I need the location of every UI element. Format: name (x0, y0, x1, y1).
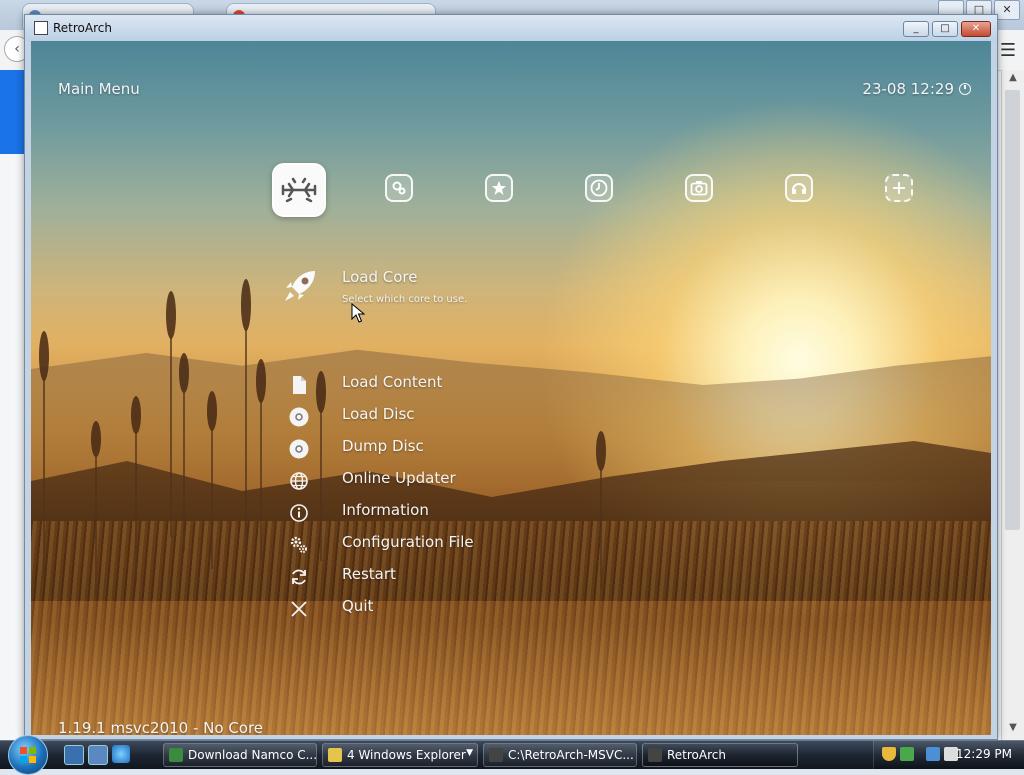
scroll-down-icon[interactable]: ▼ (1002, 722, 1024, 733)
windows-taskbar: Download Namco C... 4 Windows Explorer ▼… (0, 735, 1024, 775)
taskbar-item-label: C:\RetroArch-MSVC... (508, 748, 634, 762)
window-titlebar[interactable]: RetroArch _ □ ✕ (25, 15, 997, 41)
config-gears-icon (290, 536, 307, 553)
mouse-cursor-icon (351, 303, 365, 323)
disc-icon (289, 439, 309, 459)
tab-favorites[interactable] (485, 174, 513, 202)
window-app-icon (34, 21, 48, 35)
internet-explorer-icon[interactable] (112, 745, 130, 763)
clock-icon (959, 83, 971, 95)
netplay-icon (792, 183, 806, 194)
restart-icon (292, 569, 306, 585)
favorites-star-icon (492, 181, 506, 195)
rocket-icon (285, 271, 315, 301)
minimize-button[interactable]: _ (903, 21, 929, 37)
menu-item-load-disc[interactable]: Load Disc (281, 403, 581, 431)
menu-item-label: Configuration File (342, 533, 474, 551)
taskbar-item-label: Download Namco C... (188, 748, 318, 762)
network-icon[interactable] (926, 747, 940, 761)
page-banner-strip (0, 70, 24, 154)
tab-images[interactable] (685, 174, 713, 202)
taskbar-item-label: 4 Windows Explorer (347, 748, 466, 762)
window-title: RetroArch (53, 21, 112, 35)
menu-item-restart[interactable]: Restart (281, 563, 581, 591)
folder-icon (328, 748, 342, 762)
tab-settings[interactable] (385, 174, 413, 202)
system-tray: 12:29 PM (873, 741, 1024, 769)
maximize-button[interactable]: □ (932, 21, 958, 37)
menu-item-label: Information (342, 501, 429, 519)
retroarch-icon (489, 748, 503, 762)
menu-item-label: Load Content (342, 373, 443, 391)
scroll-up-icon[interactable]: ▲ (1002, 72, 1024, 83)
retroarch-window: RetroArch _ □ ✕ Main Menu 23-08 12:29 Lo… (24, 14, 998, 740)
close-button[interactable]: ✕ (961, 21, 991, 37)
scrollbar-thumb[interactable] (1005, 90, 1020, 530)
retroarch-menu-area: Main Menu 23-08 12:29 Load Core Select w… (31, 41, 991, 735)
menu-item-label: Online Updater (342, 469, 456, 487)
images-camera-icon (690, 181, 708, 196)
add-plus-icon (893, 182, 905, 194)
menu-title: Main Menu (58, 80, 140, 98)
globe-icon (290, 472, 308, 490)
tab-history[interactable] (585, 174, 613, 202)
datetime-display: 23-08 12:29 (862, 80, 971, 98)
tab-add[interactable] (885, 174, 913, 202)
info-icon (290, 504, 308, 522)
tab-main-menu[interactable] (272, 163, 326, 217)
retroarch-invader-icon (281, 177, 317, 203)
taskbar-clock[interactable]: 12:29 PM (956, 747, 1012, 761)
menu-item-information[interactable]: Information (281, 499, 581, 527)
browser-scrollbar[interactable]: ▲ ▼ (1001, 70, 1024, 740)
chevron-down-icon[interactable]: ▼ (466, 748, 473, 758)
menu-item-quit[interactable]: Quit (281, 595, 581, 623)
history-clock-icon (590, 179, 608, 197)
security-shield-icon[interactable] (882, 747, 896, 761)
start-button[interactable] (8, 735, 48, 775)
tab-netplay[interactable] (785, 174, 813, 202)
browser-icon (169, 748, 183, 762)
version-info: 1.19.1 msvc2010 - No Core (58, 719, 264, 735)
taskbar-item-label: RetroArch (667, 748, 726, 762)
disc-icon (289, 407, 309, 427)
browser-menu-icon[interactable]: ☰ (1000, 40, 1016, 61)
retroarch-icon (648, 748, 662, 762)
windows-logo-icon (20, 747, 36, 763)
menu-item-dump-disc[interactable]: Dump Disc (281, 435, 581, 463)
menu-item-label: Quit (342, 597, 374, 615)
settings-gears-icon (392, 181, 406, 195)
datetime-text: 23-08 12:29 (862, 80, 954, 98)
show-desktop-icon[interactable] (64, 745, 84, 765)
taskbar-item-console[interactable]: C:\RetroArch-MSVC... (483, 743, 637, 767)
load-core-item[interactable]: Load Core (342, 268, 417, 286)
close-x-icon (291, 601, 307, 617)
menu-item-label: Restart (342, 565, 396, 583)
switch-windows-icon[interactable] (88, 745, 108, 765)
taskbar-item-browser[interactable]: Download Namco C... (163, 743, 317, 767)
menu-item-configuration-file[interactable]: Configuration File (281, 531, 581, 559)
taskbar-item-retroarch[interactable]: RetroArch (642, 743, 798, 767)
menu-item-online-updater[interactable]: Online Updater (281, 467, 581, 495)
update-icon[interactable] (900, 747, 914, 761)
taskbar-item-explorer[interactable]: 4 Windows Explorer ▼ (322, 743, 478, 767)
menu-item-label: Dump Disc (342, 437, 424, 455)
menu-item-label: Load Disc (342, 405, 415, 423)
menu-item-load-content[interactable]: Load Content (281, 371, 581, 399)
file-icon (293, 376, 306, 394)
